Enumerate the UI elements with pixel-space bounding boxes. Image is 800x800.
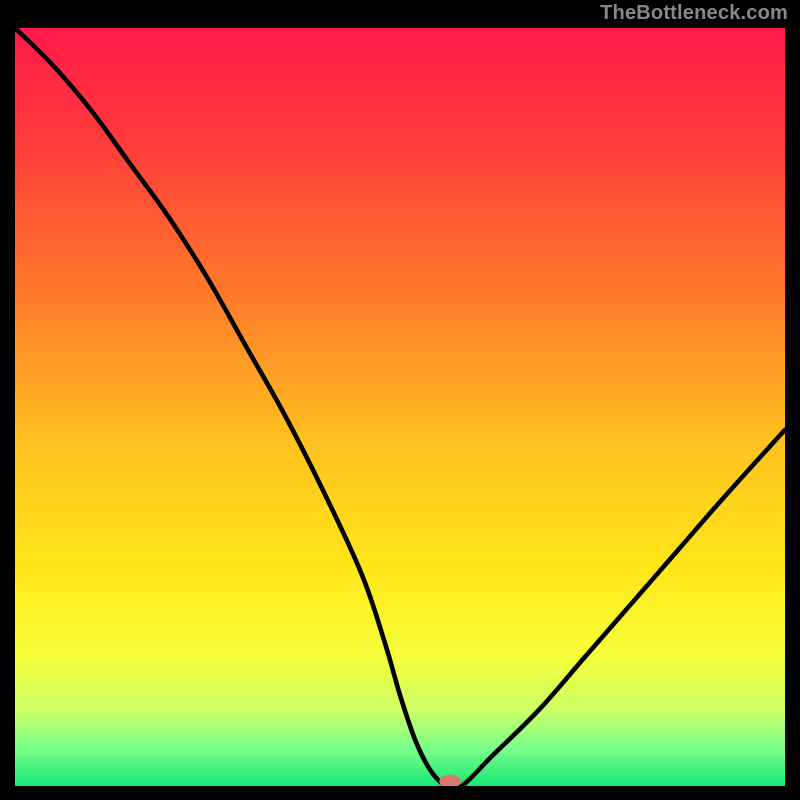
chart-container: TheBottleneck.com (0, 0, 800, 800)
plot-frame (15, 28, 785, 786)
watermark-text: TheBottleneck.com (600, 2, 788, 25)
bottleneck-plot (15, 28, 785, 786)
heat-gradient-background (15, 28, 785, 786)
